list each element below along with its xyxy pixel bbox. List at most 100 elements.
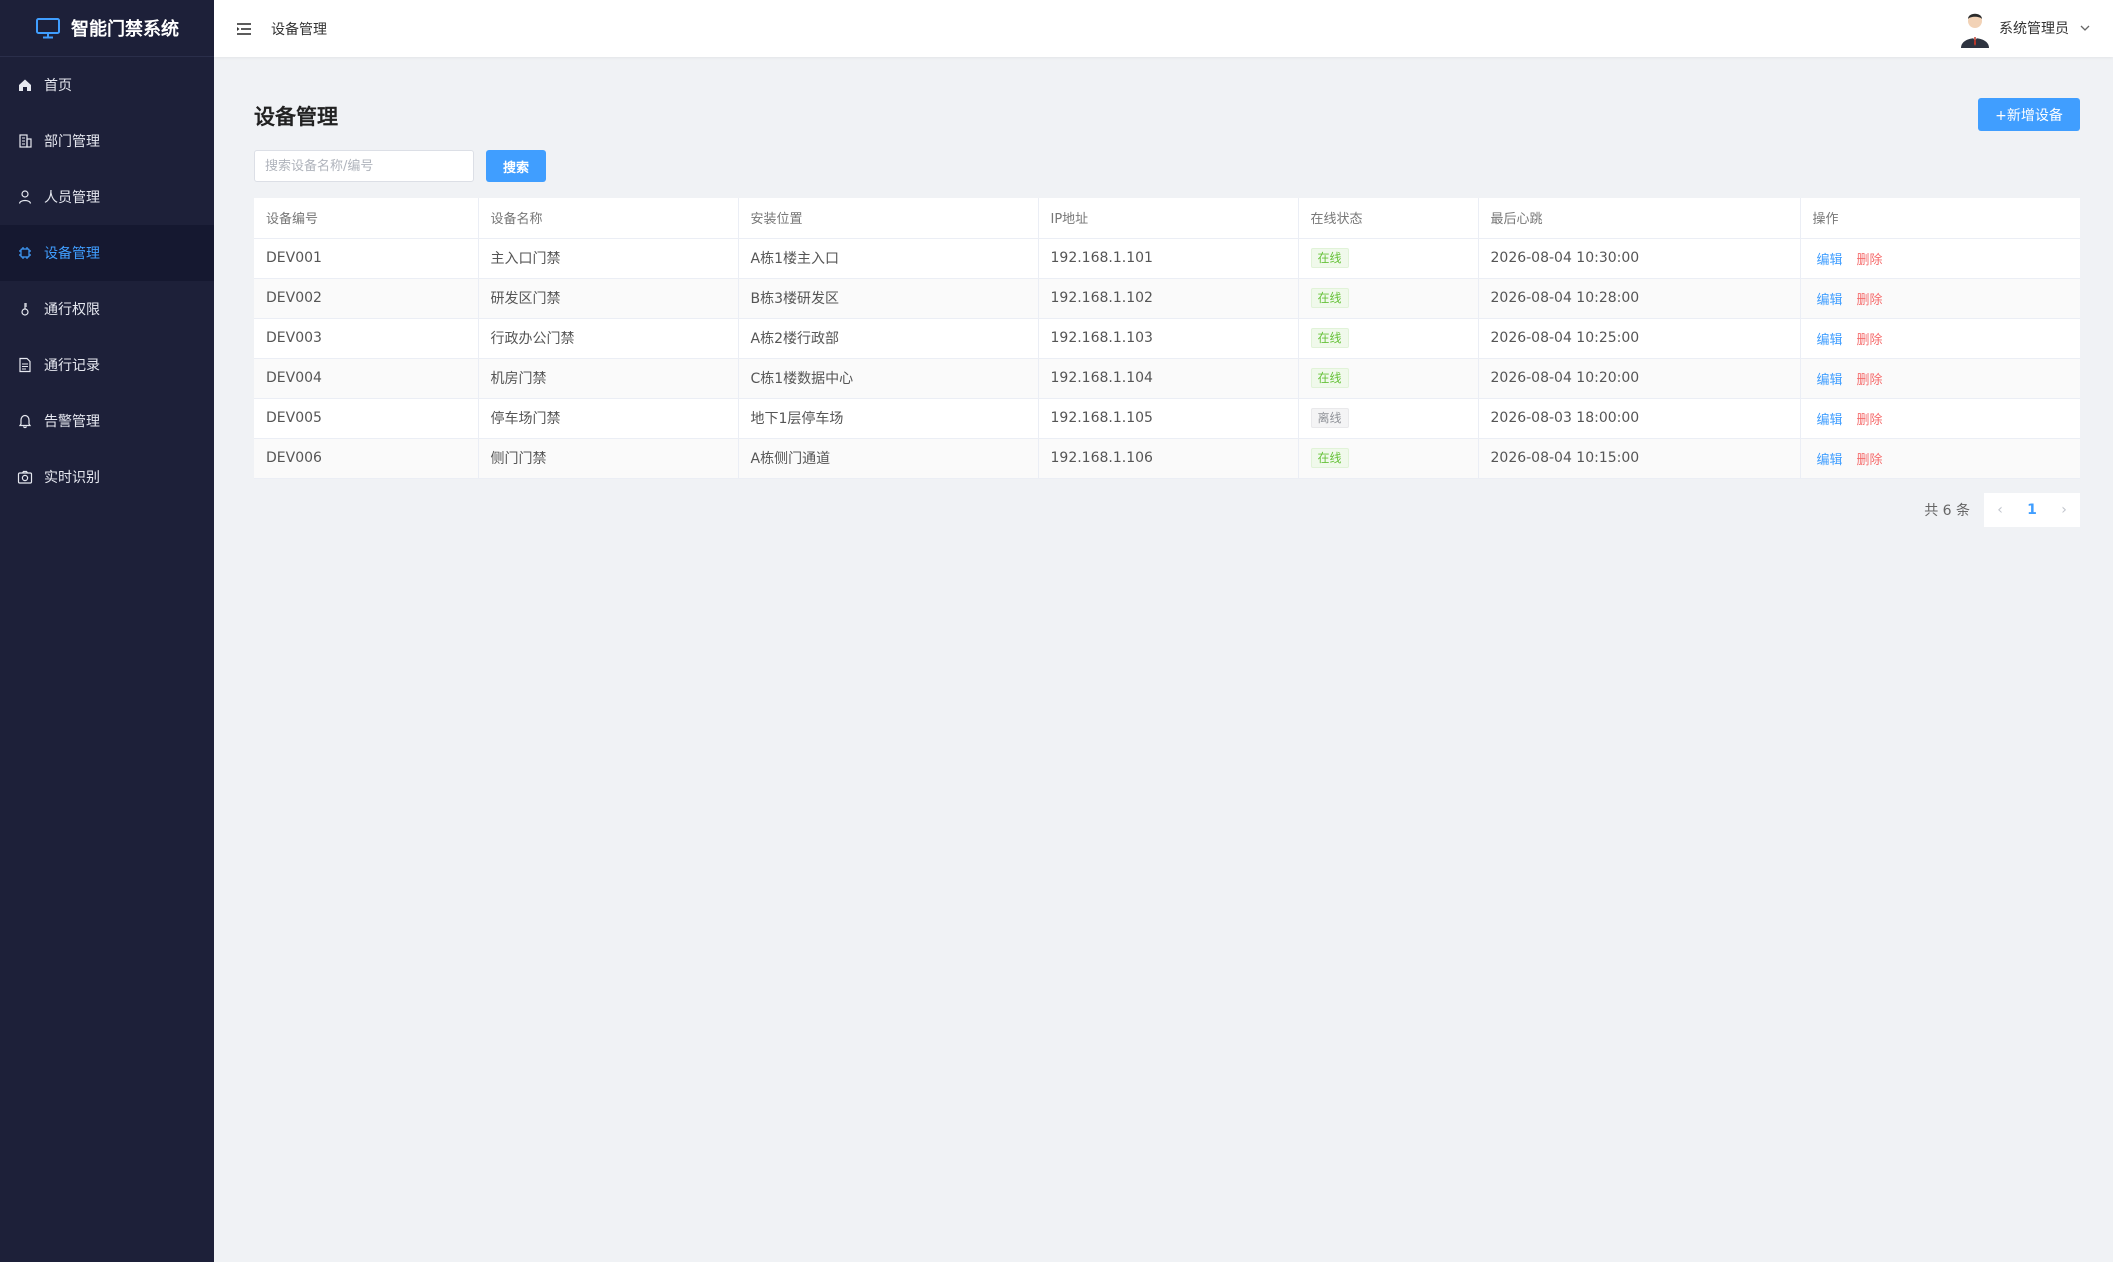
next-page-button[interactable]: › — [2048, 493, 2080, 527]
pagination: 共 6 条 ‹ 1 › — [1924, 493, 2080, 527]
sidebar-item-label: 通行权限 — [44, 302, 100, 318]
device-heartbeat: 2026-08-04 10:30:00 — [1478, 238, 1801, 279]
device-name: 主入口门禁 — [478, 238, 739, 279]
main-content: 设备管理 +新增设备 搜索 设备编号 设备名称 安装位置 IP地址 在线状态 最… — [214, 57, 2113, 1262]
column-header: 安装位置 — [738, 198, 1039, 239]
delete-link[interactable]: 删除 — [1857, 413, 1883, 428]
device-location: C栋1楼数据中心 — [738, 358, 1039, 399]
delete-link[interactable]: 删除 — [1857, 253, 1883, 268]
top-header: 设备管理 系统管理员 — [214, 0, 2113, 57]
device-location: A栋1楼主入口 — [738, 238, 1039, 279]
device-name: 行政办公门禁 — [478, 318, 739, 359]
table-row: DEV005 停车场门禁 地下1层停车场 192.168.1.105 离线 20… — [254, 398, 2080, 439]
sidebar-item-label: 告警管理 — [44, 414, 100, 430]
device-ip: 192.168.1.106 — [1038, 438, 1299, 479]
status-badge: 在线 — [1310, 368, 1349, 388]
edit-link[interactable]: 编辑 — [1817, 293, 1843, 308]
status-badge: 在线 — [1310, 448, 1349, 468]
status-badge: 在线 — [1310, 248, 1349, 268]
status-badge: 在线 — [1310, 288, 1349, 308]
delete-link[interactable]: 删除 — [1857, 293, 1883, 308]
menu-toggle-icon[interactable] — [235, 20, 253, 38]
column-header: 最后心跳 — [1478, 198, 1801, 239]
table-row: DEV004 机房门禁 C栋1楼数据中心 192.168.1.104 在线 20… — [254, 358, 2080, 399]
search-button[interactable]: 搜索 — [486, 150, 546, 182]
breadcrumb: 设备管理 — [271, 21, 327, 38]
device-heartbeat: 2026-08-03 18:00:00 — [1478, 398, 1801, 439]
status-badge: 离线 — [1310, 408, 1349, 428]
column-header: IP地址 — [1038, 198, 1299, 239]
table-row: DEV002 研发区门禁 B栋3楼研发区 192.168.1.102 在线 20… — [254, 278, 2080, 319]
sidebar-item-label: 通行记录 — [44, 358, 100, 374]
column-header: 操作 — [1800, 198, 2080, 239]
table-header-row: 设备编号 设备名称 安装位置 IP地址 在线状态 最后心跳 操作 — [254, 198, 2080, 239]
device-id: DEV003 — [254, 318, 479, 359]
edit-link[interactable]: 编辑 — [1817, 453, 1843, 468]
sidebar-item-alarms[interactable]: 告警管理 — [0, 393, 214, 449]
table-row: DEV006 侧门门禁 A栋侧门通道 192.168.1.106 在线 2026… — [254, 438, 2080, 479]
device-location: A栋侧门通道 — [738, 438, 1039, 479]
chevron-down-icon — [2080, 25, 2090, 31]
delete-link[interactable]: 删除 — [1857, 373, 1883, 388]
sidebar-menu: 首页 部门管理 人员管理 设备管理 通行权限 通行记录 告警管理 实时识别 — [0, 57, 214, 505]
total-count: 共 6 条 — [1924, 503, 1970, 519]
camera-icon — [17, 469, 33, 485]
device-id: DEV006 — [254, 438, 479, 479]
table-row: DEV003 行政办公门禁 A栋2楼行政部 192.168.1.103 在线 2… — [254, 318, 2080, 359]
brand: 智能门禁系统 — [0, 0, 214, 57]
sidebar-item-departments[interactable]: 部门管理 — [0, 113, 214, 169]
add-device-button[interactable]: +新增设备 — [1978, 98, 2080, 131]
device-location: 地下1层停车场 — [738, 398, 1039, 439]
device-ip: 192.168.1.102 — [1038, 278, 1299, 319]
sidebar-item-home[interactable]: 首页 — [0, 57, 214, 113]
device-id: DEV005 — [254, 398, 479, 439]
edit-link[interactable]: 编辑 — [1817, 333, 1843, 348]
edit-link[interactable]: 编辑 — [1817, 373, 1843, 388]
device-heartbeat: 2026-08-04 10:25:00 — [1478, 318, 1801, 359]
sidebar-item-realtime-recognition[interactable]: 实时识别 — [0, 449, 214, 505]
device-ip: 192.168.1.101 — [1038, 238, 1299, 279]
device-table: 设备编号 设备名称 安装位置 IP地址 在线状态 最后心跳 操作 DEV001 … — [254, 198, 2080, 479]
user-name: 系统管理员 — [1999, 21, 2069, 37]
device-id: DEV001 — [254, 238, 479, 279]
device-heartbeat: 2026-08-04 10:28:00 — [1478, 278, 1801, 319]
device-id: DEV004 — [254, 358, 479, 399]
sidebar-item-access-records[interactable]: 通行记录 — [0, 337, 214, 393]
column-header: 在线状态 — [1298, 198, 1479, 239]
sidebar-item-personnel[interactable]: 人员管理 — [0, 169, 214, 225]
sidebar-item-label: 人员管理 — [44, 190, 100, 206]
sidebar-item-access-rights[interactable]: 通行权限 — [0, 281, 214, 337]
status-badge: 在线 — [1310, 328, 1349, 348]
prev-page-button[interactable]: ‹ — [1984, 493, 2016, 527]
device-ip: 192.168.1.105 — [1038, 398, 1299, 439]
sidebar-item-label: 首页 — [44, 78, 72, 94]
key-icon — [17, 301, 33, 317]
monitor-icon — [36, 18, 60, 39]
home-icon — [17, 77, 33, 93]
sidebar-item-label: 设备管理 — [44, 246, 100, 262]
table-row: DEV001 主入口门禁 A栋1楼主入口 192.168.1.101 在线 20… — [254, 238, 2080, 279]
device-heartbeat: 2026-08-04 10:20:00 — [1478, 358, 1801, 399]
device-id: DEV002 — [254, 278, 479, 319]
device-name: 停车场门禁 — [478, 398, 739, 439]
user-icon — [17, 189, 33, 205]
delete-link[interactable]: 删除 — [1857, 453, 1883, 468]
column-header: 设备名称 — [478, 198, 739, 239]
page-title: 设备管理 — [254, 105, 338, 129]
user-menu[interactable]: 系统管理员 — [1957, 8, 2091, 48]
device-heartbeat: 2026-08-04 10:15:00 — [1478, 438, 1801, 479]
sidebar: 智能门禁系统 首页 部门管理 人员管理 设备管理 通行权限 通行记录 告警管理 … — [0, 0, 214, 1262]
delete-link[interactable]: 删除 — [1857, 333, 1883, 348]
device-name: 研发区门禁 — [478, 278, 739, 319]
pager: ‹ 1 › — [1984, 493, 2080, 527]
search-input[interactable] — [254, 150, 474, 182]
edit-link[interactable]: 编辑 — [1817, 413, 1843, 428]
building-icon — [17, 133, 33, 149]
bell-icon — [17, 413, 33, 429]
chip-icon — [17, 245, 33, 261]
device-location: A栋2楼行政部 — [738, 318, 1039, 359]
sidebar-item-devices[interactable]: 设备管理 — [0, 225, 214, 281]
page-number[interactable]: 1 — [2016, 493, 2048, 527]
device-ip: 192.168.1.104 — [1038, 358, 1299, 399]
edit-link[interactable]: 编辑 — [1817, 253, 1843, 268]
